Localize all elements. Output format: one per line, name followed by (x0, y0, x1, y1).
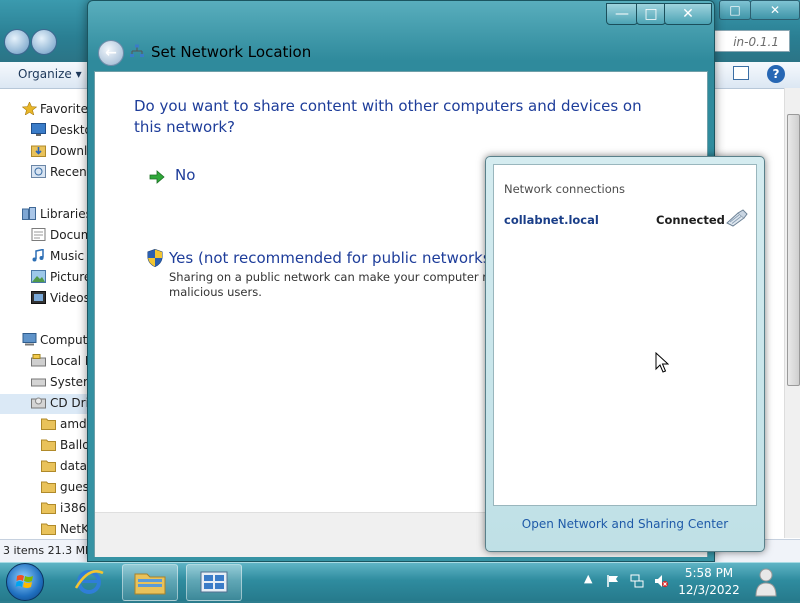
folder-icon (41, 481, 56, 493)
sidebar-item-music[interactable]: Music (50, 249, 84, 263)
connection-name: collabnet.local (504, 213, 599, 227)
sidebar-item-cd-drive[interactable]: CD Drive (50, 396, 92, 410)
sidebar-item-libraries[interactable]: Libraries (40, 207, 92, 221)
start-button[interactable] (6, 563, 44, 601)
network-icon (130, 44, 144, 57)
folder-icon (41, 523, 56, 535)
uac-shield-icon (147, 249, 163, 267)
music-icon (32, 249, 44, 262)
user-icon (755, 568, 777, 597)
internet-explorer-taskbar-button[interactable] (70, 564, 108, 599)
option-yes-description: Sharing on a public network can make you… (169, 270, 513, 300)
flyout-header: Network connections (504, 182, 626, 196)
clock-date[interactable]: 12/3/2022 (676, 583, 742, 597)
local-disk-icon (31, 354, 46, 367)
open-network-sharing-center-link[interactable]: Open Network and Sharing Center (486, 517, 764, 531)
pictures-icon (31, 270, 46, 283)
folder-icon (41, 502, 56, 514)
explorer-forward-button[interactable] (31, 29, 57, 55)
option-no-button[interactable]: No (149, 165, 259, 189)
downloads-folder-icon (31, 145, 46, 157)
network-tray-icon[interactable] (630, 574, 644, 588)
sidebar-item-pictures[interactable]: Pictures (50, 270, 92, 284)
windows-logo-icon (15, 575, 33, 588)
option-yes-label: Yes (not recommended for public networks… (169, 249, 497, 267)
cd-drive-icon (31, 397, 46, 409)
action-center-flag-icon[interactable] (606, 574, 620, 588)
sidebar-item-favorites[interactable]: Favorites (40, 102, 92, 116)
desktop-icon (31, 123, 46, 136)
sidebar-item-recent-places[interactable]: Recent Places (50, 165, 92, 179)
dialog-close-button[interactable]: ✕ (664, 3, 712, 25)
dialog-back-button[interactable]: ← (98, 40, 124, 66)
ethernet-icon (726, 209, 748, 227)
internet-explorer-icon (74, 570, 104, 594)
explorer-scrollbar[interactable] (784, 88, 800, 538)
dialog-title: Set Network Location (151, 43, 312, 61)
recent-places-icon (31, 165, 46, 178)
explorer-restore-button[interactable]: □ (719, 0, 751, 20)
folder-icon (41, 460, 56, 472)
show-hidden-icons-button[interactable]: ▲ (584, 572, 592, 585)
scrollbar-thumb[interactable] (787, 114, 800, 386)
sidebar-item-downloads[interactable]: Downloads (50, 144, 92, 158)
explorer-close-button[interactable]: ✕ (750, 0, 800, 20)
network-location-taskbar-button[interactable] (186, 564, 242, 601)
folder-icon (41, 439, 56, 451)
sidebar-item-documents[interactable]: Documents (50, 228, 92, 242)
windows-explorer-taskbar-button[interactable] (122, 564, 178, 601)
organize-button[interactable]: Organize ▾ (18, 67, 82, 81)
sidebar-item-desktop[interactable]: Desktop (50, 123, 92, 137)
libraries-icon (22, 207, 36, 220)
flyout-content: Network connections collabnet.local Conn… (493, 164, 757, 506)
explorer-navigation-pane: Favorites Desktop Downloads Recent Place… (0, 89, 92, 539)
folder-icon (41, 418, 56, 430)
star-icon (22, 102, 37, 115)
dialog-maximize-button[interactable]: □ (636, 3, 666, 25)
user-profile-button[interactable] (750, 562, 800, 600)
computer-icon (22, 333, 37, 346)
volume-muted-icon[interactable] (654, 574, 668, 588)
green-arrow-icon (149, 170, 165, 184)
preview-pane-icon[interactable] (733, 66, 749, 80)
control-panel-icon (200, 571, 228, 593)
option-yes-button[interactable]: Yes (not recommended for public networks… (147, 247, 537, 307)
documents-icon (31, 228, 46, 241)
sidebar-item-system-reserved[interactable]: System Reserved (50, 375, 92, 389)
connection-status: Connected (656, 213, 725, 227)
clock-time[interactable]: 5:58 PM (676, 566, 742, 580)
sidebar-item-videos[interactable]: Videos (50, 291, 90, 305)
folder-library-icon (134, 573, 166, 595)
explorer-back-button[interactable] (4, 29, 30, 55)
option-yes-description-line1: Sharing on a public network can make you… (169, 270, 513, 284)
mouse-cursor-icon (655, 352, 669, 373)
help-icon[interactable]: ? (767, 65, 785, 83)
drive-icon (31, 378, 46, 387)
option-no-label: No (175, 166, 196, 184)
sidebar-item-local-disk[interactable]: Local Disk (50, 354, 92, 368)
connection-row[interactable]: collabnet.local Connected (494, 201, 756, 227)
network-connections-flyout: Network connections collabnet.local Conn… (485, 156, 765, 552)
videos-icon (31, 291, 46, 304)
share-question-heading: Do you want to share content with other … (134, 97, 642, 136)
sidebar-item-computer[interactable]: Computer (40, 333, 92, 347)
dialog-minimize-button[interactable]: — (606, 3, 638, 25)
option-yes-description-line2: malicious users. (169, 285, 262, 299)
folder-item-data[interactable]: data (60, 459, 87, 473)
folder-item-i386[interactable]: i386 (60, 501, 86, 515)
